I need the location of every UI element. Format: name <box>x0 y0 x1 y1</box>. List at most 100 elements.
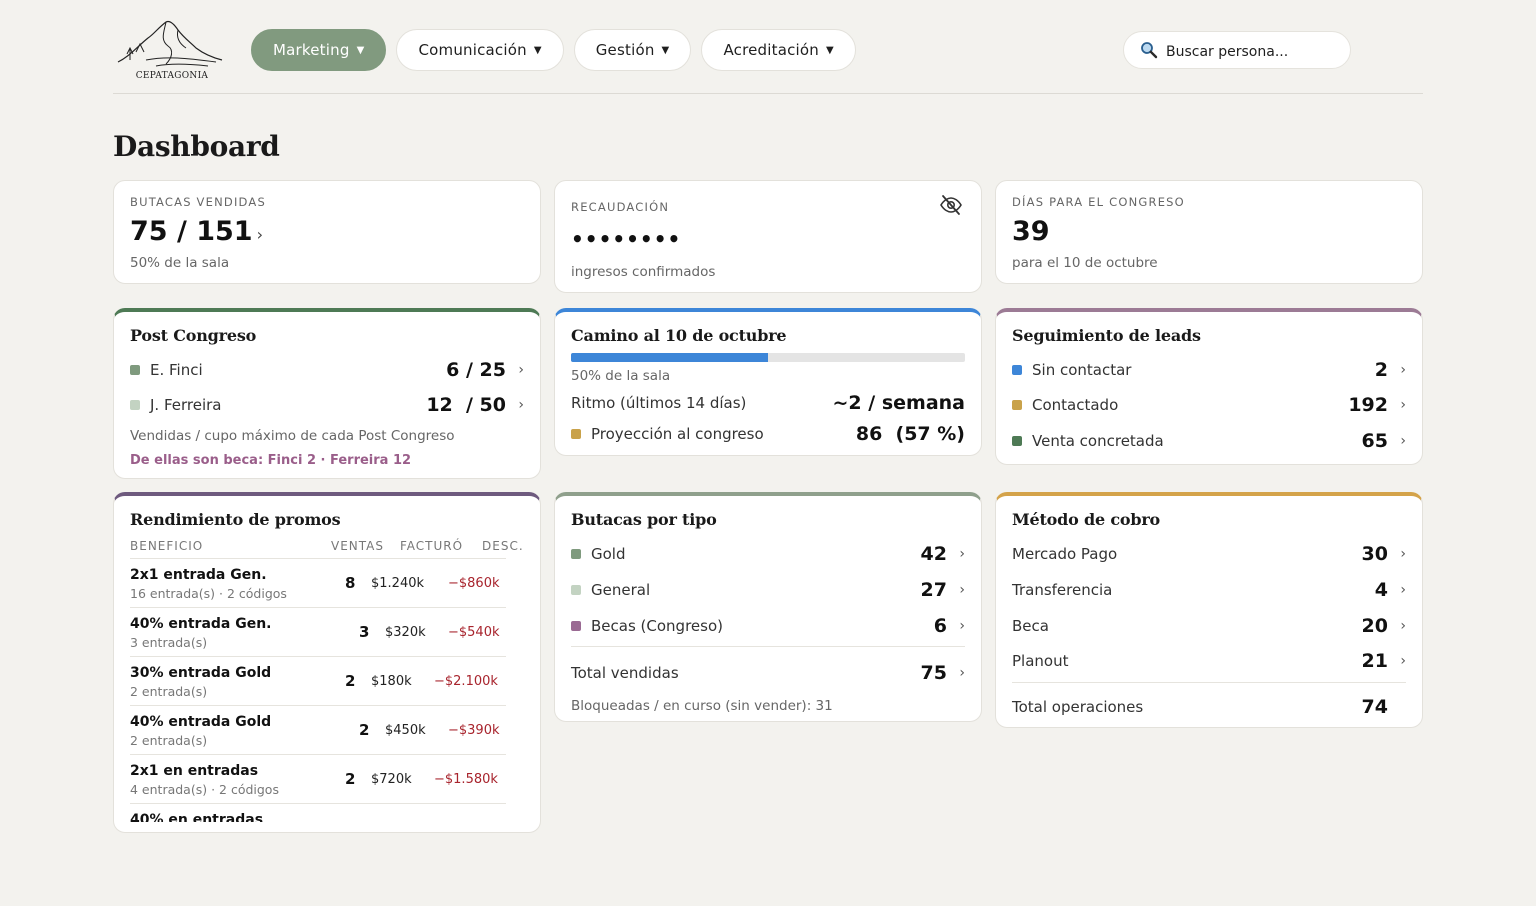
nav-label: Marketing <box>273 41 350 59</box>
row-label: Gold <box>591 545 626 563</box>
list-item[interactable]: Planout 21 › <box>1012 650 1406 672</box>
main-nav: Marketing ▼ Comunicación ▼ Gestión ▼ Acredi… <box>251 29 856 71</box>
progress-label: 50% de la sala <box>571 368 671 384</box>
promo-desc: −$1.580k <box>434 772 498 787</box>
chevron-right-icon: › <box>518 362 524 378</box>
row-value: 74 <box>1361 696 1388 718</box>
promo-name: 40% entrada Gen. <box>130 616 272 632</box>
row-label: E. Finci <box>150 361 203 379</box>
row-label: Contactado <box>1032 396 1119 414</box>
kpi-value: 39 <box>1012 216 1050 247</box>
progress-fill <box>571 353 768 362</box>
list-item[interactable]: Mercado Pago 30 › <box>1012 543 1406 565</box>
promo-name: 2x1 entrada Gen. <box>130 567 267 583</box>
progress-bar <box>571 353 965 362</box>
kpi-butacas-card[interactable]: BUTACAS VENDIDAS 75 / 151 › 50% de la sal… <box>113 180 541 284</box>
butacas-tipo-card: Butacas por tipo Gold 42 › General 27 › … <box>554 492 982 722</box>
total-row[interactable]: Total vendidas 75 › <box>571 662 965 684</box>
row-value: 192 <box>1348 394 1388 416</box>
divider <box>571 646 965 647</box>
eye-off-icon[interactable] <box>939 193 963 217</box>
list-item[interactable]: Contactado 192 › <box>1012 394 1406 416</box>
list-item[interactable]: General 27 › <box>571 579 965 601</box>
table-row[interactable]: 30% entrada Gold 2 entrada(s) 2 $180k −$… <box>130 656 506 705</box>
row-value: 86 (57 %) <box>855 423 965 445</box>
list-item[interactable]: Becas (Congreso) 6 › <box>571 615 965 637</box>
column-header: BENEFICIO <box>130 539 204 553</box>
beca-note: De ellas son beca: Finci 2 · Ferreira 12 <box>130 453 412 468</box>
search-input[interactable] <box>1166 40 1336 60</box>
card-title: Método de cobro <box>1012 510 1161 529</box>
kpi-sub: 50% de la sala <box>130 255 230 271</box>
kpi-hidden-value: •••••••• <box>571 227 682 251</box>
card-note: Bloqueadas / en curso (sin vender): 31 <box>571 698 833 714</box>
chevron-right-icon: › <box>1400 546 1406 562</box>
row-label: Total vendidas <box>571 664 679 682</box>
search-icon <box>1141 42 1158 59</box>
row-value: 6 <box>933 615 947 637</box>
nav-label: Gestión <box>595 41 655 59</box>
promo-sub: 16 entrada(s) · 2 códigos <box>130 586 287 601</box>
kpi-label: DÍAS PARA EL CONGRESO <box>1012 195 1185 209</box>
row-label: Becas (Congreso) <box>591 617 723 635</box>
list-item[interactable]: Gold 42 › <box>571 543 965 565</box>
row-value: 65 <box>1361 430 1388 452</box>
promo-sub: 2 entrada(s) <box>130 684 208 699</box>
nav-gestion-button[interactable]: Gestión ▼ <box>573 29 692 71</box>
card-title: Post Congreso <box>130 326 257 345</box>
brand-logo[interactable]: CEPATAGONIA <box>116 16 224 82</box>
promos-card: Rendimiento de promos BENEFICIO VENTAS F… <box>113 492 541 833</box>
list-item[interactable]: E. Finci 6 / 25 › <box>130 359 524 381</box>
nav-acreditacion-button[interactable]: Acreditación ▼ <box>701 29 856 71</box>
promo-name: 40% entrada Gold <box>130 714 272 730</box>
nav-marketing-button[interactable]: Marketing ▼ <box>251 29 387 71</box>
ritmo-row: Ritmo (últimos 14 días) ~2 / semana <box>571 392 965 414</box>
chevron-right-icon: › <box>959 618 965 634</box>
chevron-right-icon: › <box>1400 618 1406 634</box>
column-header: FACTURÓ <box>400 539 464 553</box>
row-value: 20 <box>1361 615 1388 637</box>
search-box[interactable] <box>1123 31 1351 69</box>
card-title: Butacas por tipo <box>571 510 717 529</box>
promo-ventas: 2 <box>359 721 370 739</box>
row-label: Mercado Pago <box>1012 545 1118 563</box>
list-item[interactable]: Sin contactar 2 › <box>1012 359 1406 381</box>
table-row[interactable]: 40% entrada Gen. 3 entrada(s) 3 $320k −$… <box>130 607 506 656</box>
total-row: Total operaciones 74 <box>1012 696 1406 718</box>
row-label: J. Ferreira <box>150 396 222 414</box>
list-item[interactable]: Venta concretada 65 › <box>1012 430 1406 452</box>
chevron-right-icon: › <box>959 582 965 598</box>
legend-dot <box>571 549 581 559</box>
row-label: Venta concretada <box>1032 432 1164 450</box>
promo-desc: −$860k <box>448 576 500 591</box>
kpi-sub: ingresos confirmados <box>571 264 716 280</box>
proyeccion-row: Proyección al congreso 86 (57 %) <box>571 423 965 445</box>
list-item[interactable]: J. Ferreira 12 / 50 › <box>130 394 524 416</box>
legend-dot <box>571 429 581 439</box>
page-title: Dashboard <box>113 130 280 163</box>
row-label: Transferencia <box>1012 581 1113 599</box>
promo-facturo: $1.240k <box>371 576 425 591</box>
table-row[interactable]: 40% entrada Gold 2 entrada(s) 2 $450k −$… <box>130 705 506 754</box>
promo-ventas: 3 <box>359 623 370 641</box>
promo-ventas: 2 <box>345 770 356 788</box>
nav-label: Comunicación <box>418 41 527 59</box>
legend-dot <box>571 585 581 595</box>
kpi-label: BUTACAS VENDIDAS <box>130 195 266 209</box>
row-label: General <box>591 581 651 599</box>
row-label: Proyección al congreso <box>591 425 764 443</box>
column-header: VENTAS <box>331 539 384 553</box>
legend-dot <box>571 621 581 631</box>
list-item[interactable]: Transferencia 4 › <box>1012 579 1406 601</box>
promos-table[interactable]: 2x1 entrada Gen. 16 entrada(s) · 2 códig… <box>130 558 506 822</box>
table-row[interactable]: 2x1 en entradas 4 entrada(s) · 2 códigos… <box>130 754 506 803</box>
table-row[interactable]: 40% en entradas <box>130 803 506 822</box>
nav-comunicacion-button[interactable]: Comunicación ▼ <box>396 29 564 71</box>
kpi-label: RECAUDACIÓN <box>571 200 670 214</box>
table-row[interactable]: 2x1 entrada Gen. 16 entrada(s) · 2 códig… <box>130 558 506 607</box>
card-note: Vendidas / cupo máximo de cada Post Cong… <box>130 428 455 444</box>
promo-sub: 3 entrada(s) <box>130 635 208 650</box>
row-value: 42 <box>920 543 947 565</box>
chevron-right-icon: › <box>518 397 524 413</box>
list-item[interactable]: Beca 20 › <box>1012 615 1406 637</box>
